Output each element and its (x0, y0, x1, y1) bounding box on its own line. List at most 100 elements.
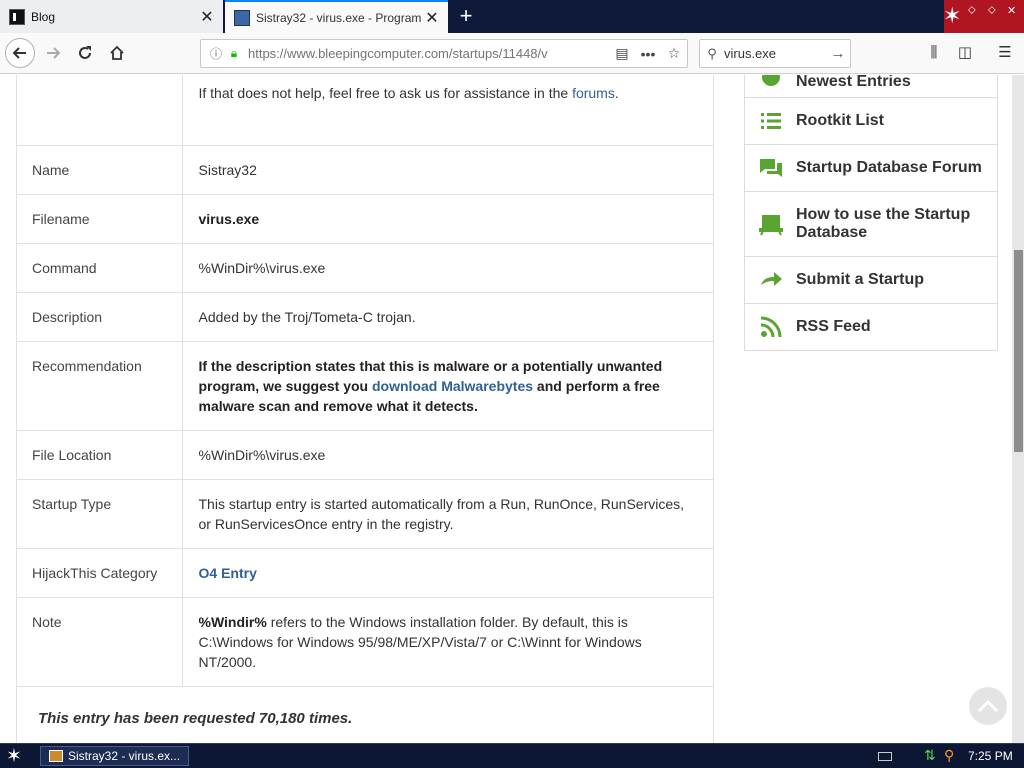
new-tab-button[interactable]: + (453, 3, 479, 29)
window-menu-star-icon[interactable]: ✶ (943, 3, 961, 29)
taskbar-clock[interactable]: 7:25 PM (968, 749, 1013, 763)
tab-blog[interactable]: Blog ✕ (0, 0, 223, 33)
tab-sistray32[interactable]: Sistray32 - virus.exe - Program In ✕ (225, 0, 448, 33)
scroll-to-top-button[interactable] (969, 687, 1007, 725)
table-row: HijackThis Category O4 Entry (16, 548, 714, 598)
o4-entry-link[interactable]: O4 Entry (199, 565, 257, 581)
reader-view-icon[interactable]: ▤ (609, 45, 635, 62)
sidebar-toggle-icon[interactable]: ◫ (953, 41, 977, 65)
window-app-icon (49, 750, 63, 762)
network-tray-icon[interactable]: ⇅ (924, 747, 936, 764)
name-label: Name (16, 145, 183, 195)
taskbar-window-label: Sistray32 - virus.ex... (68, 749, 181, 763)
blog-favicon-icon (9, 8, 25, 25)
description-label: Description (16, 292, 183, 342)
window-maximize-icon[interactable]: ⬦ (988, 4, 996, 17)
filename-value: virus.exe (198, 210, 260, 227)
tab-title: Sistray32 - virus.exe - Program In (256, 10, 422, 25)
sidebar-item-label: How to use the Startup Database (796, 206, 971, 241)
library-icon[interactable]: ⫼ (922, 41, 946, 65)
os-taskbar: ✶ Sistray32 - virus.ex... ⇅ ⚲ 7:25 PM (0, 743, 1024, 768)
chevron-up-icon (977, 699, 999, 713)
empty-label-cell (16, 75, 183, 146)
sidebar-item-startup-database-forum[interactable]: Startup Database Forum (745, 145, 997, 192)
file-location-label: File Location (16, 430, 183, 480)
hijackthis-cell: O4 Entry (182, 548, 714, 598)
search-input[interactable]: virus.exe (724, 46, 826, 61)
filename-label: Filename (16, 194, 183, 244)
table-row: Note %Windir% refers to the Windows inst… (16, 597, 714, 687)
arrow-icon (759, 268, 783, 292)
search-bar[interactable]: ⚲ virus.exe → (699, 39, 851, 68)
recommendation-cell: If the description states that this is m… (182, 341, 714, 431)
startup-type-value: This startup entry is started automatica… (182, 479, 714, 549)
table-row: File Location %WinDir%\virus.exe (16, 430, 714, 480)
start-menu-star-icon[interactable]: ✶ (6, 745, 22, 768)
site-info-icon[interactable]: ⓘ (206, 45, 226, 62)
download-malwarebytes-link[interactable]: download Malwarebytes (372, 378, 533, 394)
request-count-text: This entry has been requested 70,180 tim… (38, 710, 353, 727)
forward-button[interactable] (38, 38, 68, 68)
intro-cell: If that does not help, feel free to ask … (182, 75, 714, 146)
note-label: Note (16, 597, 183, 687)
sidebar-item-rootkit-list[interactable]: Rootkit List (745, 98, 997, 145)
taskbar-window-button[interactable]: Sistray32 - virus.ex... (40, 746, 189, 766)
search-go-arrow-icon[interactable]: → (826, 45, 850, 62)
sidebar-item-label: Rootkit List (796, 112, 884, 129)
intro-text: If that does not help, feel free to ask … (198, 85, 573, 101)
page-actions-icon[interactable]: ••• (635, 46, 661, 62)
close-tab-icon[interactable]: ✕ (422, 8, 442, 28)
keyboard-tray-icon[interactable] (878, 752, 892, 761)
startup-entry-table: If that does not help, feel free to ask … (16, 75, 714, 687)
reload-button[interactable] (70, 38, 100, 68)
close-tab-icon[interactable]: ✕ (197, 7, 217, 27)
tab-strip: Blog ✕ Sistray32 - virus.exe - Program I… (0, 0, 1024, 33)
url-text[interactable]: https://www.bleepingcomputer.com/startup… (248, 46, 609, 61)
note-bold: %Windir% (198, 613, 267, 630)
window-restore-icon[interactable]: ⬦ (968, 4, 976, 17)
home-icon (110, 45, 124, 60)
table-row: Description Added by the Troj/Tometa-C t… (16, 292, 714, 342)
sidebar-item-label: Submit a Startup (796, 271, 925, 288)
url-bar[interactable]: ⓘ 🔒︎ https://www.bleepingcomputer.com/st… (200, 39, 688, 68)
filename-cell: virus.exe (182, 194, 714, 244)
sidebar-item-rss-feed[interactable]: RSS Feed (745, 304, 997, 351)
rss-icon (759, 315, 783, 339)
secure-lock-icon[interactable]: 🔒︎ (226, 46, 242, 61)
file-location-value: %WinDir%\virus.exe (182, 430, 714, 480)
search-icon: ⚲ (707, 45, 717, 61)
sidebar-item-label: Newest Entries (796, 75, 911, 90)
recommendation-label: Recommendation (16, 341, 183, 431)
home-button[interactable] (102, 38, 132, 68)
page-content: If that does not help, feel free to ask … (0, 75, 1012, 743)
desk-icon (759, 212, 783, 236)
hijackthis-label: HijackThis Category (16, 548, 183, 598)
sidebar-item-label: RSS Feed (796, 318, 871, 335)
back-button[interactable] (5, 38, 35, 68)
table-row: Command %WinDir%\virus.exe (16, 243, 714, 293)
page-scrollbar[interactable] (1012, 75, 1024, 743)
window-close-icon[interactable]: ✕ (1007, 4, 1016, 17)
forums-link[interactable]: forums (572, 85, 615, 101)
sidebar-menu: Newest Entries Rootkit List Startup Data… (744, 75, 998, 351)
search-tray-icon[interactable]: ⚲ (944, 747, 954, 764)
newest-icon (759, 75, 783, 91)
tab-title: Blog (31, 9, 56, 24)
name-value: Sistray32 (182, 145, 714, 195)
hamburger-menu-icon[interactable]: ☰ (993, 41, 1017, 65)
sidebar-item-newest-entries[interactable]: Newest Entries (745, 75, 997, 98)
back-arrow-icon (12, 47, 26, 59)
bookmark-star-icon[interactable]: ☆ (661, 45, 687, 62)
scrollbar-thumb[interactable] (1014, 250, 1023, 452)
sidebar-item-how-to-use[interactable]: How to use the Startup Database (745, 192, 997, 257)
startup-type-label: Startup Type (16, 479, 183, 549)
navigation-toolbar: ⓘ 🔒︎ https://www.bleepingcomputer.com/st… (0, 33, 1024, 74)
sidebar-item-label: Startup Database Forum (796, 159, 982, 176)
command-label: Command (16, 243, 183, 293)
table-row: Filename virus.exe (16, 194, 714, 244)
table-row: Recommendation If the description states… (16, 341, 714, 431)
sidebar-item-submit-startup[interactable]: Submit a Startup (745, 257, 997, 304)
reload-icon (79, 46, 91, 59)
note-cell: %Windir% refers to the Windows installat… (182, 597, 714, 687)
table-row: Startup Type This startup entry is start… (16, 479, 714, 549)
